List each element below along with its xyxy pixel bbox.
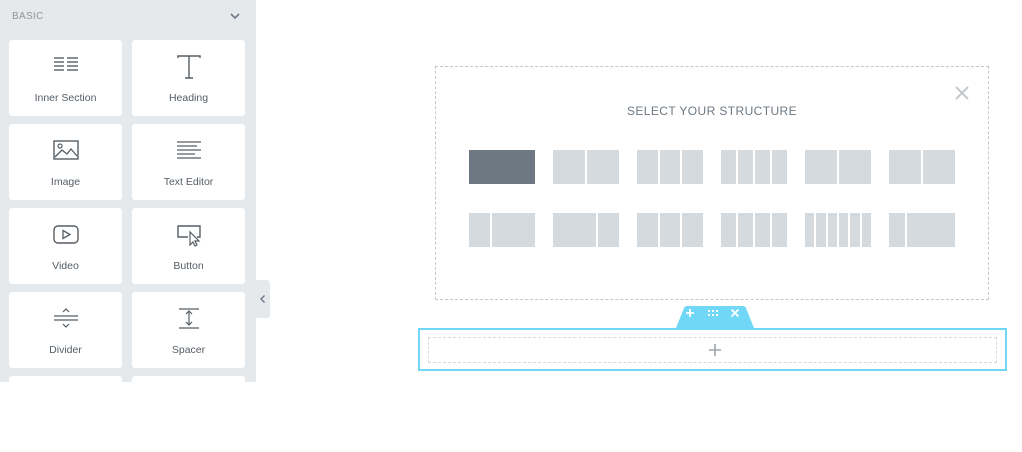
preset-column <box>682 213 704 247</box>
preset-column <box>637 150 658 184</box>
preset-column <box>755 150 770 184</box>
structure-preset[interactable] <box>805 213 871 247</box>
widget-video[interactable]: Video <box>9 208 122 284</box>
preset-column <box>721 213 736 247</box>
preset-column <box>889 150 921 184</box>
widget-label: Button <box>173 260 204 272</box>
structure-preset[interactable] <box>721 213 787 247</box>
preset-column <box>738 213 753 247</box>
structure-preset[interactable] <box>805 150 871 184</box>
button-icon <box>176 225 201 247</box>
inner-section-icon <box>53 57 78 71</box>
structure-preset[interactable] <box>469 150 535 184</box>
add-widget-icon[interactable] <box>708 343 722 357</box>
preset-column <box>838 213 849 247</box>
widget-partial[interactable] <box>132 376 245 452</box>
category-header[interactable]: BASIC <box>0 0 256 34</box>
widget-label: Heading <box>168 92 209 104</box>
preset-column <box>923 150 955 184</box>
preset-column <box>805 150 837 184</box>
image-icon <box>52 140 79 160</box>
widget-panel: BASIC Inner Section Heading Image Text E… <box>0 0 256 452</box>
spacer-icon <box>178 308 199 329</box>
preset-column <box>816 213 826 247</box>
preset-column <box>659 150 681 184</box>
preset-column <box>738 150 753 184</box>
preset-column <box>637 213 658 247</box>
preset-column <box>827 213 837 247</box>
widget-label: Text Editor <box>163 176 214 188</box>
preset-column <box>469 150 535 184</box>
preset-column <box>721 150 736 184</box>
widget-button[interactable]: Button <box>132 208 245 284</box>
structure-preset[interactable] <box>553 213 619 247</box>
preset-column <box>587 150 619 184</box>
preset-column <box>597 213 619 247</box>
empty-section <box>418 328 1007 371</box>
preset-column <box>907 213 955 247</box>
video-icon <box>52 225 79 244</box>
delete-section-icon[interactable] <box>728 306 742 320</box>
widget-label: Divider <box>49 344 82 356</box>
widget-label: Image <box>50 176 81 188</box>
preset-column <box>861 213 871 247</box>
drag-handle-icon[interactable] <box>706 306 720 320</box>
widget-partial[interactable] <box>9 376 122 452</box>
preset-column <box>659 213 681 247</box>
add-section-icon[interactable] <box>683 306 697 320</box>
structure-title: SELECT YOUR STRUCTURE <box>627 104 797 118</box>
preset-column <box>469 213 491 247</box>
close-icon[interactable] <box>955 86 969 100</box>
heading-icon <box>176 55 201 79</box>
category-title: BASIC <box>12 11 44 22</box>
preset-column <box>839 150 871 184</box>
structure-preset[interactable] <box>637 213 704 247</box>
structure-preset[interactable] <box>889 213 955 247</box>
widget-divider[interactable]: Divider <box>9 292 122 368</box>
widget-label: Video <box>52 260 79 272</box>
widget-spacer[interactable]: Spacer <box>132 292 245 368</box>
preset-column <box>889 213 905 247</box>
preset-column <box>772 150 787 184</box>
widget-label: Spacer <box>171 344 206 356</box>
widget-heading[interactable]: Heading <box>132 40 245 116</box>
preset-column <box>755 213 770 247</box>
preset-column <box>850 213 860 247</box>
preset-column <box>492 213 535 247</box>
chevron-down-icon[interactable] <box>228 9 242 23</box>
structure-preset[interactable] <box>721 150 787 184</box>
chevron-left-icon <box>260 295 265 303</box>
text-editor-icon <box>176 141 201 159</box>
structure-selector: SELECT YOUR STRUCTURE <box>435 66 989 300</box>
divider-icon <box>53 308 78 328</box>
structure-preset[interactable] <box>889 150 955 184</box>
panel-collapse-toggle[interactable] <box>256 280 270 318</box>
preset-column <box>805 213 815 247</box>
preset-column <box>682 150 704 184</box>
structure-preset[interactable] <box>637 150 704 184</box>
preset-column <box>553 213 596 247</box>
section-handle[interactable] <box>676 306 754 328</box>
widget-label: Inner Section <box>34 92 97 104</box>
widget-inner-section[interactable]: Inner Section <box>9 40 122 116</box>
structure-preset[interactable] <box>553 150 619 184</box>
preset-column <box>553 150 585 184</box>
widget-image[interactable]: Image <box>9 124 122 200</box>
preset-column <box>772 213 787 247</box>
widget-text-editor[interactable]: Text Editor <box>132 124 245 200</box>
structure-preset[interactable] <box>469 213 535 247</box>
empty-column[interactable] <box>428 337 997 363</box>
